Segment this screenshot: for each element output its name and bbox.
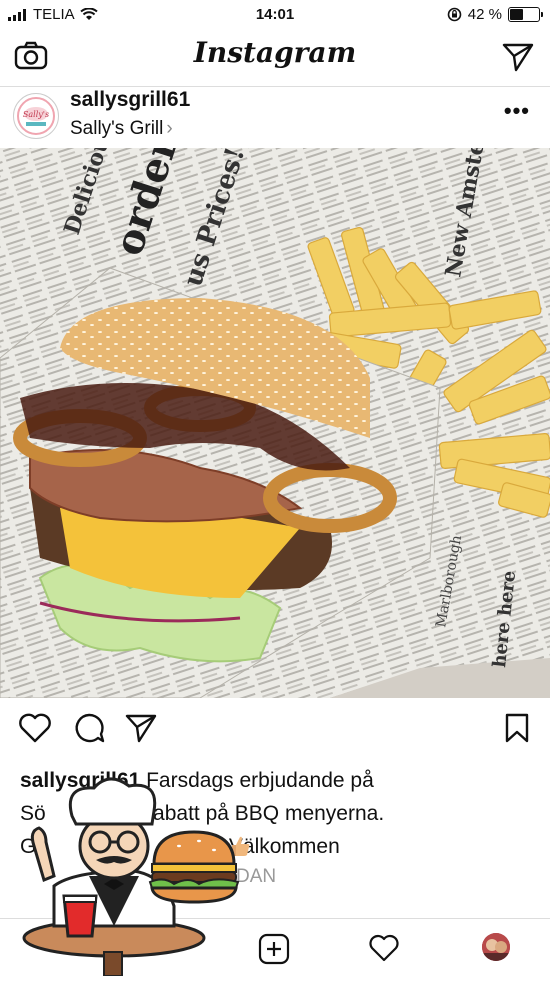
more-options-button[interactable]: ••• (504, 98, 530, 124)
orientation-lock-icon (447, 7, 462, 22)
send-icon (502, 43, 534, 72)
account-avatar[interactable]: Sally's (13, 93, 59, 139)
post-actions (0, 712, 550, 748)
share-button[interactable] (124, 712, 158, 749)
direct-message-button[interactable] (502, 42, 534, 77)
tab-activity[interactable] (368, 933, 400, 968)
burger-and-fries-photo: Delicious New order! us Prices! New Amst… (0, 148, 550, 698)
profile-avatar (482, 933, 510, 961)
top-nav-bar: Instagram (0, 30, 550, 87)
bookmark-icon (505, 713, 529, 743)
heart-icon (369, 934, 399, 962)
avatar-text: Sally's (23, 110, 49, 119)
like-button[interactable] (18, 712, 52, 749)
tab-profile[interactable] (482, 933, 510, 961)
add-post-icon (258, 933, 290, 965)
status-bar: TELIA 14:01 42 % (0, 0, 550, 30)
chef-illustration (22, 777, 240, 977)
post-photo[interactable]: Delicious New order! us Prices! New Amst… (0, 148, 550, 698)
save-button[interactable] (504, 712, 530, 749)
chevron-right-icon: › (166, 118, 173, 139)
comment-icon (75, 713, 105, 743)
send-icon (125, 714, 157, 743)
post-location[interactable]: Sally's Grill › (70, 118, 173, 140)
sallys-grill-logo: Sally's (17, 97, 55, 135)
heart-icon (19, 713, 51, 743)
tab-new-post[interactable] (258, 933, 290, 970)
post-username[interactable]: sallysgrill61 (70, 88, 190, 112)
battery-icon (508, 7, 543, 22)
app-logo: Instagram (193, 36, 357, 69)
chef-burger-overlay (14, 776, 244, 977)
comment-button[interactable] (72, 712, 106, 749)
status-right: 42 % (447, 6, 543, 23)
post-header: Sally's sallysgrill61 Sally's Grill › ••… (0, 86, 550, 148)
battery-percent: 42 % (467, 6, 502, 23)
location-name[interactable]: Sally's Grill (70, 118, 163, 140)
